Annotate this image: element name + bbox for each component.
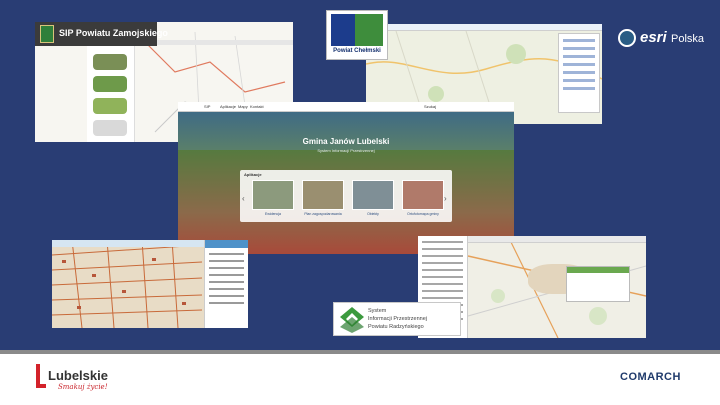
app-card[interactable] <box>252 180 294 210</box>
lubelskie-tagline: Smakuj życie! <box>58 383 108 391</box>
app-caption[interactable]: Plan zagospodarowania <box>298 212 348 216</box>
info-panel[interactable] <box>204 240 248 328</box>
app-card[interactable] <box>402 180 444 210</box>
applications-panel: Aplikacje ‹ › Ewidencja Plan zagospodaro… <box>240 170 452 222</box>
nav-item[interactable]: Aplikacje <box>220 104 236 109</box>
applications-heading: Aplikacje <box>244 172 262 177</box>
logo-graphic <box>355 14 383 46</box>
layer-panel[interactable] <box>558 33 600 113</box>
app-card[interactable] <box>352 180 394 210</box>
sip-radzyn-logo: System Informacji Przestrzennej Powiatu … <box>333 302 461 336</box>
powiat-chelmski-logo: Powiat Chełmski <box>326 10 388 60</box>
comarch-logo: COMARCH <box>620 371 681 383</box>
app-title: SIP Powiatu Zamojskiego <box>59 28 168 38</box>
tiles-logo-icon <box>340 307 364 333</box>
hero-title: Gmina Janów Lubelski <box>302 137 390 146</box>
app-caption[interactable]: Obiekty <box>348 212 398 216</box>
nav-item[interactable]: Kontakt <box>250 104 264 109</box>
lubelskie-l-mark <box>36 364 46 388</box>
nav-item[interactable]: Mapy <box>238 104 248 109</box>
info-panel-header <box>205 240 248 248</box>
chevron-right-icon[interactable]: › <box>444 194 447 203</box>
lubelskie-logo: Lubelskie Smakuj życie! <box>36 364 126 396</box>
coat-of-arms-icon <box>40 25 54 43</box>
logo-text: Powiat Chełmski <box>333 48 381 54</box>
search-link[interactable]: Szukaj <box>424 104 436 109</box>
chevron-left-icon[interactable]: ‹ <box>242 194 245 203</box>
esri-country: Polska <box>671 33 705 45</box>
app-header: SIP Powiatu Zamojskiego <box>35 22 168 46</box>
slide-background: SIP Powiatu Zamojskiego Powiat Chełmski <box>0 0 720 350</box>
lubelskie-word: Lubelskie <box>48 368 108 383</box>
logo-line: System <box>368 308 387 314</box>
logo-line: Informacji Przestrzennej <box>368 316 427 322</box>
basemap-panel[interactable] <box>87 46 135 142</box>
nav-item[interactable]: SIP <box>204 104 210 109</box>
basemap-thumbnail[interactable] <box>93 98 127 114</box>
esri-polska-logo: esri Polska <box>618 28 708 50</box>
basemap-thumbnail[interactable] <box>93 76 127 92</box>
top-navigation: SIP Aplikacje Mapy Kontakt Szukaj <box>178 102 514 112</box>
basemap-thumbnail[interactable] <box>93 120 127 136</box>
logo-line: Powiatu Radzyńskiego <box>368 324 424 330</box>
popup-header <box>567 267 629 273</box>
screenshot-parcel-map <box>52 240 248 328</box>
feature-popup[interactable] <box>566 266 630 302</box>
app-card[interactable] <box>302 180 344 210</box>
app-caption[interactable]: Ortofotomapa gminy <box>398 212 448 216</box>
basemap-thumbnail[interactable] <box>93 54 127 70</box>
app-caption[interactable]: Ewidencja <box>248 212 298 216</box>
hero-subtitle: System Informacji Przestrzennej <box>317 148 375 153</box>
globe-icon <box>618 29 636 47</box>
esri-word: esri <box>640 29 667 46</box>
screenshot-gmina-janow: SIP Aplikacje Mapy Kontakt Szukaj Gmina … <box>178 102 514 254</box>
